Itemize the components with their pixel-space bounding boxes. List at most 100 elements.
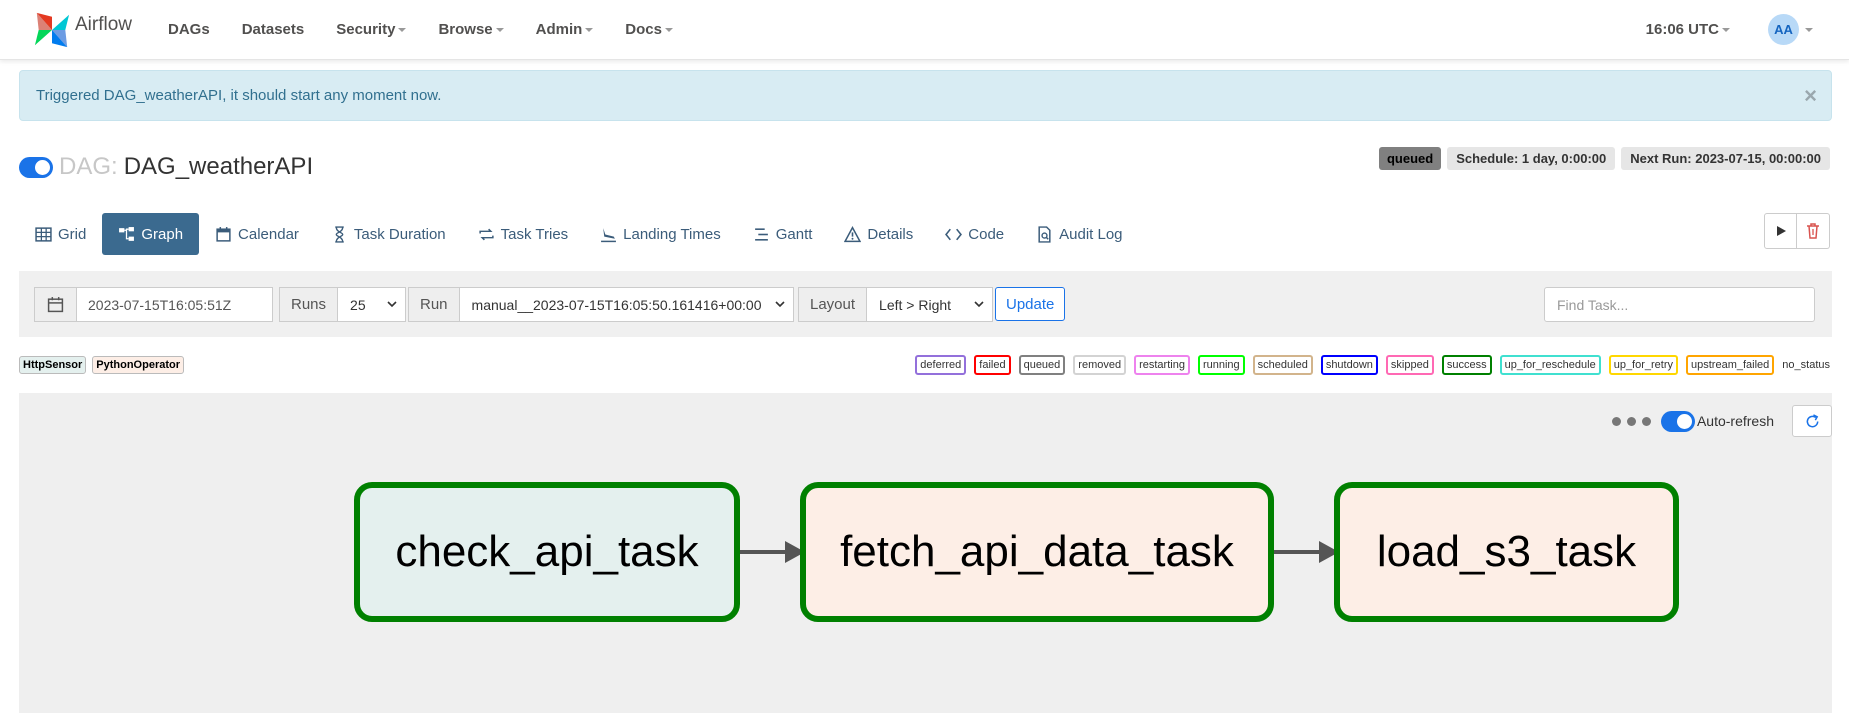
runs-value: 25 <box>350 296 366 313</box>
code-icon <box>945 226 963 243</box>
task-node-label: check_api_task <box>395 527 699 576</box>
layout-group: Layout Left > Right <box>798 287 994 322</box>
state-chip-upstream-failed[interactable]: upstream_failed <box>1686 355 1775 375</box>
avatar: AA <box>1768 13 1799 45</box>
chevron-down-icon <box>1722 28 1730 32</box>
state-chip-running[interactable]: running <box>1197 355 1245 375</box>
base-date-group: 2023-07-15T16:05:51Z <box>34 287 273 322</box>
dag-pause-toggle[interactable] <box>19 156 53 178</box>
state-chip-skipped[interactable]: skipped <box>1385 355 1434 375</box>
play-icon <box>1776 226 1786 236</box>
dag-actions <box>1764 213 1830 249</box>
utc-clock-dropdown[interactable]: 16:06 UTC <box>1646 21 1730 38</box>
tab-details-label: Details <box>867 225 914 243</box>
task-node-load-s3-task[interactable]: load_s3_task <box>1334 482 1679 622</box>
chevron-down-icon <box>387 301 397 308</box>
tab-task-duration[interactable]: Task Duration <box>315 213 462 255</box>
nav-admin[interactable]: Admin <box>536 21 594 38</box>
date-picker-button[interactable] <box>34 287 77 322</box>
user-menu[interactable]: AA <box>1768 13 1813 45</box>
file-search-icon <box>1036 225 1053 243</box>
tab-task-tries[interactable]: Task Tries <box>462 213 585 255</box>
tab-graph[interactable]: Graph <box>102 213 200 255</box>
nav-datasets[interactable]: Datasets <box>242 21 305 38</box>
runs-select[interactable]: 25 <box>338 287 407 322</box>
base-date-input[interactable]: 2023-07-15T16:05:51Z <box>77 287 273 322</box>
update-button[interactable]: Update <box>995 287 1066 321</box>
close-icon[interactable]: × <box>1804 83 1817 109</box>
tab-calendar[interactable]: Calendar <box>199 213 315 255</box>
dag-badges: queued Schedule: 1 day, 0:00:00 Next Run… <box>1378 147 1830 170</box>
tab-details[interactable]: Details <box>828 213 929 255</box>
nav-browse-label: Browse <box>438 20 493 38</box>
nav-security[interactable]: Security <box>336 20 407 38</box>
tab-code[interactable]: Code <box>929 213 1020 255</box>
dag-prefix: DAG: <box>59 153 118 180</box>
state-chip-scheduled[interactable]: scheduled <box>1252 355 1313 375</box>
next-run-badge: Next Run: 2023-07-15, 00:00:00 <box>1621 147 1830 170</box>
state-chip-up-for-retry[interactable]: up_for_retry <box>1608 355 1679 375</box>
state-chip-shutdown[interactable]: shutdown <box>1320 355 1378 375</box>
state-chip-up-for-reschedule[interactable]: up_for_reschedule <box>1499 355 1601 375</box>
tab-landing-times[interactable]: Landing Times <box>584 213 737 255</box>
airflow-brand[interactable]: Airflow <box>33 6 132 54</box>
nav-dags[interactable]: DAGs <box>168 21 210 38</box>
graph-controls: 2023-07-15T16:05:51Z Runs 25 Run manual_… <box>19 271 1832 337</box>
chevron-down-icon <box>664 28 673 32</box>
trigger-alert: Triggered DAG_weatherAPI, it should star… <box>19 70 1832 121</box>
plane-landing-icon <box>600 226 617 243</box>
nav-security-label: Security <box>336 20 396 38</box>
task-node-check-api-task[interactable]: check_api_task <box>354 482 740 622</box>
runs-group: Runs 25 <box>279 287 407 322</box>
state-chip-success[interactable]: success <box>1441 355 1492 375</box>
run-label: Run <box>408 287 460 322</box>
task-node-fetch-api-data-task[interactable]: fetch_api_data_task <box>800 482 1274 622</box>
grid-icon <box>35 226 52 243</box>
chevron-down-icon <box>495 28 504 32</box>
tab-calendar-label: Calendar <box>238 225 299 243</box>
run-value: manual__2023-07-15T16:05:50.161416+00:00 <box>471 296 762 313</box>
nav-docs[interactable]: Docs <box>625 21 673 38</box>
chevron-down-icon <box>585 28 594 32</box>
tab-grid[interactable]: Grid <box>19 213 102 255</box>
graph-icon <box>118 226 135 243</box>
tab-graph-label: Graph <box>141 225 184 243</box>
gantt-icon <box>753 226 770 243</box>
trigger-dag-button[interactable] <box>1764 213 1797 249</box>
repeat-icon <box>478 226 495 243</box>
dag-name: DAG_weatherAPI <box>123 153 314 180</box>
calendar-icon <box>47 297 64 313</box>
state-chip-restarting[interactable]: restarting <box>1134 355 1190 375</box>
nav-right: 16:06 UTC AA <box>1646 0 1813 58</box>
nav-admin-label: Admin <box>535 20 583 38</box>
tab-landing-times-label: Landing Times <box>623 225 721 243</box>
warning-triangle-icon <box>844 225 862 243</box>
tab-audit-log-label: Audit Log <box>1059 225 1123 243</box>
state-chip-failed[interactable]: failed <box>974 355 1011 375</box>
layout-select[interactable]: Left > Right <box>867 287 994 322</box>
airflow-logo-icon <box>34 12 70 48</box>
tab-gantt-label: Gantt <box>775 225 813 243</box>
operator-chip-pythonoperator: PythonOperator <box>92 356 185 374</box>
tab-task-tries-label: Task Tries <box>500 225 569 243</box>
find-task-input[interactable]: Find Task... <box>1544 287 1815 322</box>
tab-task-duration-label: Task Duration <box>353 225 446 243</box>
trash-icon <box>1807 223 1819 239</box>
tab-audit-log[interactable]: Audit Log <box>1020 213 1138 255</box>
state-chip-removed[interactable]: removed <box>1073 355 1127 375</box>
dag-view-tabs: Grid Graph Calendar Task Duration Task T… <box>19 213 1139 255</box>
state-chip-queued[interactable]: queued <box>1018 355 1066 375</box>
delete-dag-button[interactable] <box>1797 213 1830 249</box>
hourglass-icon <box>331 225 348 243</box>
dag-graph-canvas[interactable]: Auto-refresh check_api_task fetch_api_da… <box>19 393 1832 713</box>
state-chip-deferred[interactable]: deferred <box>915 355 967 375</box>
run-select[interactable]: manual__2023-07-15T16:05:50.161416+00:00 <box>459 287 794 322</box>
operator-chip-httpsensor: HttpSensor <box>19 356 87 374</box>
tab-gantt[interactable]: Gantt <box>737 213 829 255</box>
nav-browse[interactable]: Browse <box>438 20 504 38</box>
schedule-badge: Schedule: 1 day, 0:00:00 <box>1447 147 1616 170</box>
chevron-down-icon <box>974 301 984 308</box>
dag-state-badge: queued <box>1378 147 1442 170</box>
main-nav: DAGs Datasets Security Browse Admin Docs <box>168 0 705 58</box>
state-chip-no-status[interactable]: no_status <box>1782 357 1830 373</box>
